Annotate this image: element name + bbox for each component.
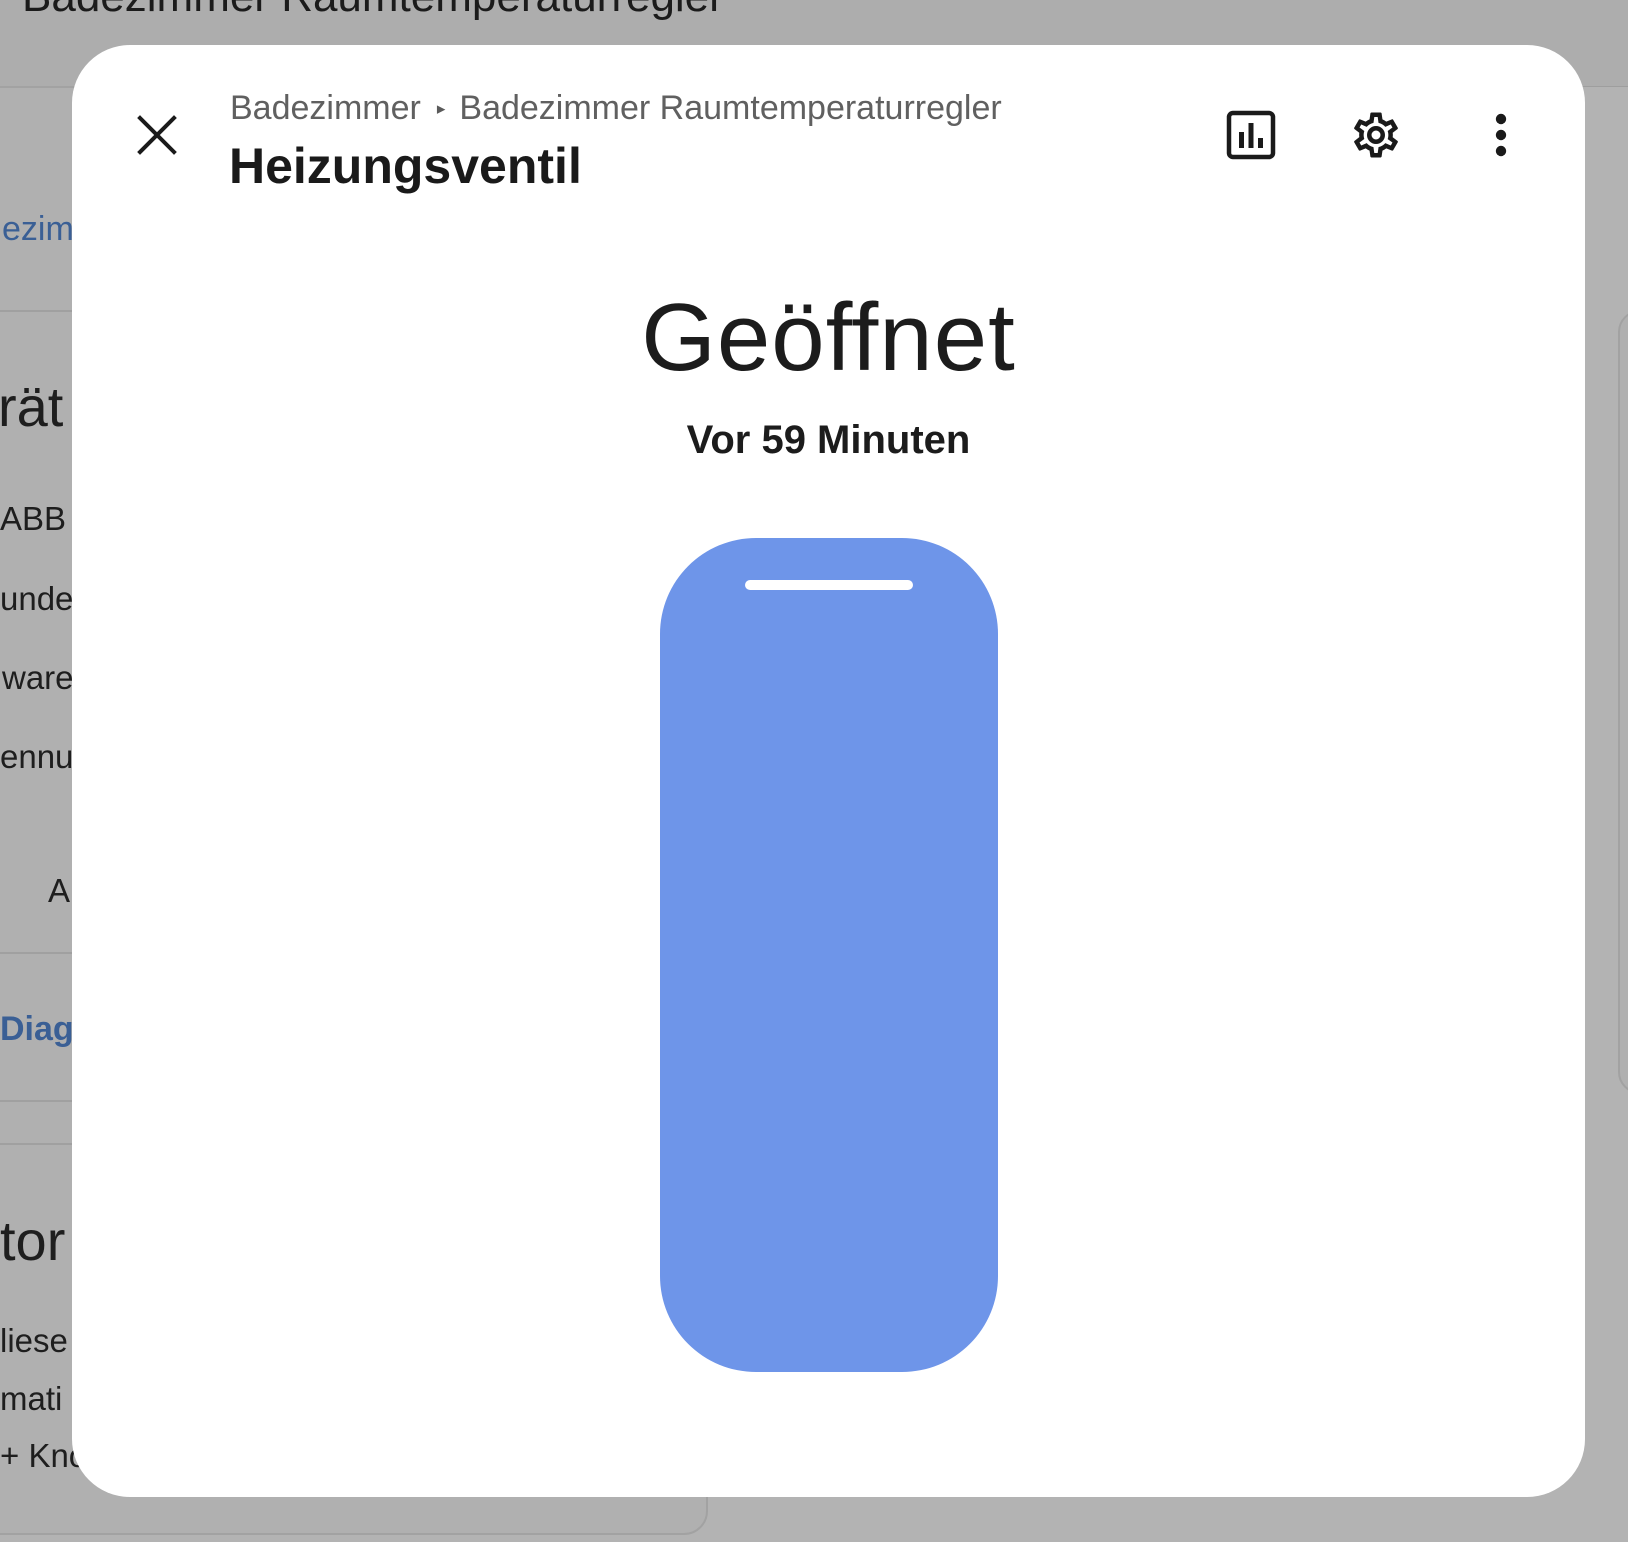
more-options-button[interactable] (1465, 99, 1537, 171)
close-icon (137, 115, 177, 155)
entity-state: Geöffnet (641, 284, 1016, 391)
breadcrumb: Badezimmer ▸ Badezimmer Raumtemperaturre… (230, 89, 1002, 128)
background-info-row: unde (0, 580, 74, 617)
chart-bar-icon (1226, 110, 1276, 160)
background-side-card (1618, 310, 1628, 1094)
valve-toggle-handle[interactable] (745, 580, 913, 590)
breadcrumb-device[interactable]: Badezimmer Raumtemperaturregler (459, 89, 1001, 128)
more-info-dialog: Badezimmer ▸ Badezimmer Raumtemperaturre… (72, 45, 1585, 1497)
background-info-row: ennu (0, 738, 74, 775)
settings-button[interactable] (1340, 99, 1412, 171)
close-button[interactable] (121, 99, 193, 171)
background-page-title: Badezimmer Raumtemperaturregler (22, 0, 724, 22)
last-changed-time: Vor 59 Minuten (686, 418, 971, 462)
background-area-link[interactable]: ezim (2, 210, 74, 249)
background-device-heading: rät (0, 375, 64, 438)
background-description: mati (0, 1380, 63, 1417)
gear-icon (1354, 112, 1398, 158)
history-button[interactable] (1215, 99, 1287, 171)
more-vertical-icon (1495, 113, 1507, 157)
entity-title: Heizungsventil (229, 138, 582, 194)
background-section-heading: tor (0, 1209, 66, 1272)
background-manufacturer: ABB (0, 500, 67, 537)
valve-toggle-control[interactable] (660, 538, 998, 1372)
breadcrumb-area[interactable]: Badezimmer (230, 89, 421, 128)
breadcrumb-separator-icon: ▸ (436, 98, 446, 118)
background-info-row: A (48, 872, 71, 909)
background-info-row: ware (2, 659, 74, 696)
background-description: liese (0, 1322, 68, 1359)
